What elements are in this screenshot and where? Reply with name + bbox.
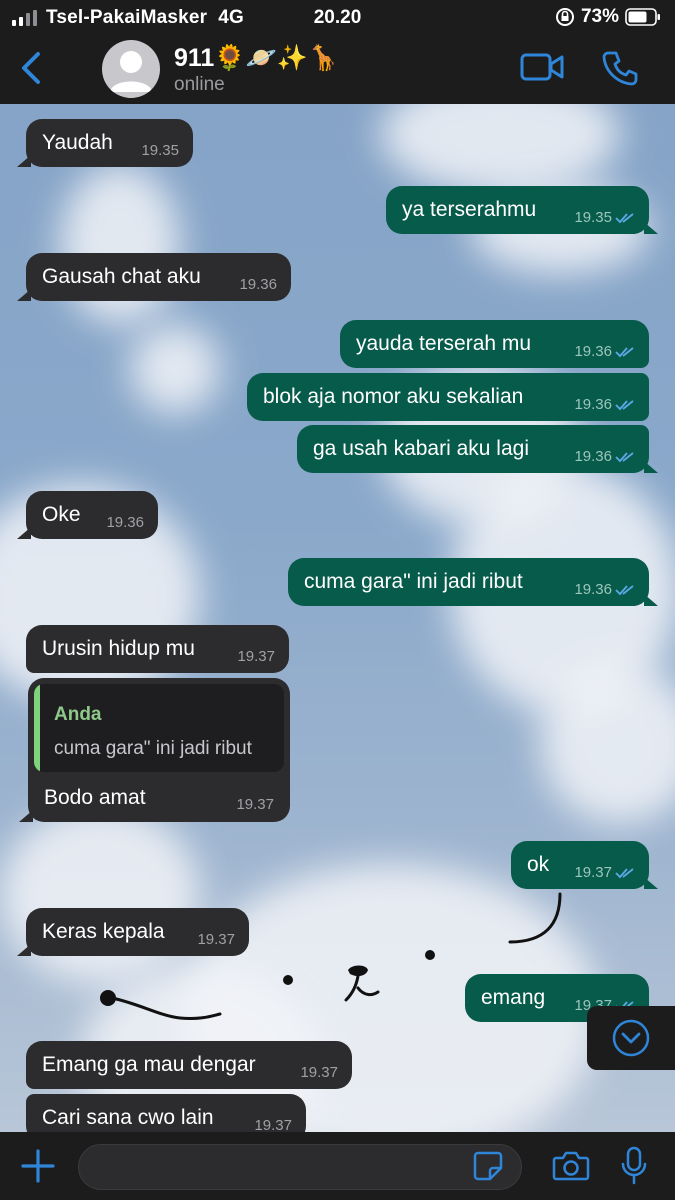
- message-text: Urusin hidup mu: [42, 637, 195, 660]
- message-text: blok aja nomor aku sekalian: [263, 385, 524, 408]
- bubble-tail: [644, 877, 658, 889]
- message-bubble-incoming[interactable]: Urusin hidup mu 19.37: [26, 625, 289, 673]
- message-text: Gausah chat aku: [42, 265, 201, 288]
- message-bubble-incoming[interactable]: Oke 19.36: [17, 491, 158, 539]
- bubble-tail: [644, 222, 658, 234]
- read-ticks-icon: [615, 346, 634, 357]
- avatar[interactable]: [102, 40, 160, 98]
- read-ticks-icon: [615, 399, 634, 410]
- message-time: 19.35: [574, 210, 635, 225]
- camera-icon[interactable]: [552, 1150, 590, 1182]
- message-text: Bodo amat: [44, 786, 146, 809]
- quoted-text: cuma gara" ini jadi ribut: [54, 738, 252, 759]
- bubble-tail: [644, 594, 658, 606]
- time-label: 19.36: [574, 581, 612, 598]
- time-label: 19.36: [574, 448, 612, 465]
- bubble-tail: [17, 527, 31, 539]
- bubble-tail: [17, 155, 31, 167]
- time-label: 19.37: [197, 931, 235, 948]
- time-label: 19.36: [239, 276, 277, 293]
- time-label: 19.36: [574, 396, 612, 413]
- message-bubble-incoming[interactable]: Gausah chat aku 19.36: [17, 253, 291, 301]
- time-label: 19.36: [106, 514, 144, 531]
- quote-bar: [34, 684, 40, 772]
- top-bar: Tsel-PakaiMasker 4G 20.20 73% 911🌻🪐✨🦒 on…: [0, 0, 675, 104]
- message-time: 19.36: [239, 277, 277, 292]
- message-time: 19.36: [574, 582, 635, 597]
- message-bubble-outgoing[interactable]: blok aja nomor aku sekalian 19.36: [247, 373, 649, 421]
- message-text: Yaudah: [42, 131, 113, 154]
- message-time: 19.36: [574, 397, 635, 412]
- scroll-to-bottom-button[interactable]: [587, 1006, 675, 1070]
- read-ticks-icon: [615, 584, 634, 595]
- bubble-tail: [644, 461, 658, 473]
- message-input[interactable]: [78, 1144, 522, 1190]
- message-time: 19.36: [574, 449, 635, 464]
- video-call-icon[interactable]: [520, 52, 564, 82]
- message-bubble-outgoing[interactable]: ok 19.37: [511, 841, 658, 889]
- microphone-icon[interactable]: [620, 1146, 648, 1186]
- time-label: 19.36: [574, 343, 612, 360]
- message-time: 19.37: [236, 796, 274, 813]
- status-bar: Tsel-PakaiMasker 4G 20.20 73%: [0, 0, 675, 34]
- message-time: 19.37: [300, 1065, 338, 1080]
- quoted-sender: Anda: [54, 704, 102, 725]
- message-text: ya terserahmu: [402, 198, 537, 221]
- bubble-tail: [17, 289, 31, 301]
- time-label: 19.37: [254, 1117, 292, 1132]
- contact-status: online: [174, 74, 225, 95]
- message-time: 19.37: [197, 932, 235, 947]
- read-ticks-icon: [615, 451, 634, 462]
- time-label: 19.37: [574, 864, 612, 881]
- time-label: 19.37: [237, 648, 275, 665]
- message-time: 19.36: [106, 515, 144, 530]
- rotation-lock-icon: [555, 8, 574, 26]
- bubble-tail: [19, 810, 33, 822]
- message-bubble-incoming[interactable]: Emang ga mau dengar 19.37: [26, 1041, 352, 1089]
- message-text: Emang ga mau dengar: [42, 1053, 256, 1076]
- message-text: Cari sana cwo lain: [42, 1106, 214, 1129]
- time-label: 19.35: [574, 209, 612, 226]
- plus-icon[interactable]: [20, 1148, 56, 1184]
- reply-message-bubble[interactable]: Anda cuma gara" ini jadi ribut Bodo amat…: [19, 678, 290, 822]
- message-bubble-incoming[interactable]: Yaudah 19.35: [17, 119, 193, 167]
- time-label: 19.37: [300, 1064, 338, 1081]
- sticker-icon[interactable]: [472, 1150, 504, 1182]
- message-text: emang: [481, 986, 546, 1009]
- phone-call-icon[interactable]: [602, 50, 638, 86]
- chevron-down-circle-icon: [612, 1019, 650, 1057]
- quoted-message[interactable]: Anda cuma gara" ini jadi ribut: [34, 684, 284, 772]
- message-text: ga usah kabari aku lagi: [313, 437, 529, 460]
- default-avatar-icon: [110, 51, 152, 92]
- contact-name[interactable]: 911🌻🪐✨🦒: [174, 44, 339, 73]
- back-chevron-icon[interactable]: [16, 50, 46, 86]
- read-ticks-icon: [615, 212, 634, 223]
- message-input-bar: [0, 1132, 675, 1200]
- message-bubble-outgoing[interactable]: ya terserahmu 19.35: [386, 186, 658, 234]
- message-time: 19.37: [574, 865, 635, 880]
- message-time: 19.37: [254, 1118, 292, 1132]
- battery-percent: 73%: [580, 6, 619, 27]
- message-bubble-outgoing[interactable]: yauda terserah mu 19.36: [340, 320, 649, 368]
- bubble-tail: [17, 944, 31, 956]
- message-time: 19.35: [141, 143, 179, 158]
- message-bubble-incoming[interactable]: Cari sana cwo lain 19.37: [26, 1094, 306, 1132]
- message-bubble-outgoing[interactable]: cuma gara" ini jadi ribut 19.36: [288, 558, 658, 606]
- message-bubble-incoming[interactable]: Keras kepala 19.37: [17, 908, 249, 956]
- message-text: Oke: [42, 503, 81, 526]
- chat-area[interactable]: Yaudah 19.35 ya terserahmu 19.35 Gausah …: [0, 104, 675, 1132]
- message-time: 19.36: [574, 344, 635, 359]
- message-text: cuma gara" ini jadi ribut: [304, 570, 523, 593]
- message-bubble-outgoing[interactable]: ga usah kabari aku lagi 19.36: [297, 425, 658, 473]
- read-ticks-icon: [615, 867, 634, 878]
- time-label: 19.35: [141, 142, 179, 159]
- battery-icon: [625, 8, 660, 26]
- message-text: yauda terserah mu: [356, 332, 532, 355]
- message-text: ok: [527, 853, 550, 876]
- message-text: Keras kepala: [42, 920, 165, 943]
- status-right: 73%: [555, 6, 661, 28]
- message-time: 19.37: [237, 649, 275, 664]
